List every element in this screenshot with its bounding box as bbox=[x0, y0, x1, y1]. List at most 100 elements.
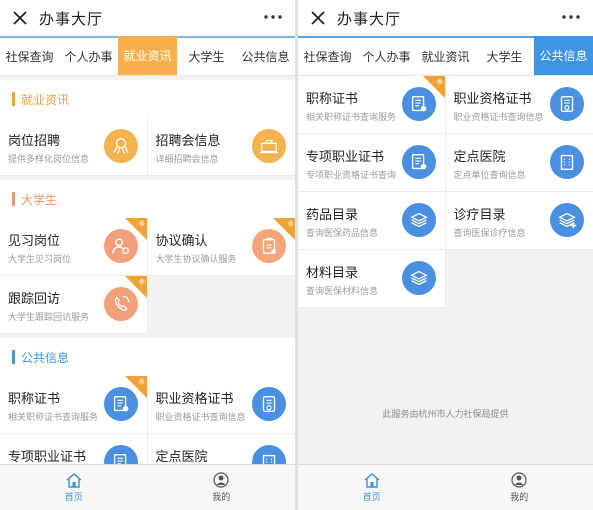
left-content: 就业资讯 岗位招聘 提供多样化岗位信息 招聘会信息详细招聘会信息大学生 见习岗位 大学生见… bbox=[0, 80, 295, 492]
public-info-grid: 职称证书 相关职称证书查询服务 新职业资格证书 职业资格证书查询信息 专项职业证书 专项职… bbox=[298, 76, 593, 308]
home-icon bbox=[364, 472, 380, 488]
category-tabs: 社保查询 个人办事 就业资讯 大学生 公共信息 bbox=[0, 36, 295, 76]
new-badge-text: 新 bbox=[137, 377, 147, 387]
service-item-name: 专项职业证书 bbox=[306, 150, 385, 165]
service-item-name: 职称证书 bbox=[306, 92, 359, 107]
service-item[interactable]: 药品目录查询医保药品信息 bbox=[298, 192, 446, 250]
tabbar-home-label: 首页 bbox=[362, 492, 381, 503]
category-tabs: 社保查询 个人办事 就业资讯 大学生 公共信息 bbox=[298, 36, 593, 76]
close-icon[interactable] bbox=[305, 5, 331, 31]
new-badge-text: 新 bbox=[137, 277, 147, 287]
service-item[interactable]: 见习岗位 大学生见习岗位 新 bbox=[0, 218, 148, 276]
section-header: 就业资讯 bbox=[0, 80, 295, 118]
service-item[interactable]: 专项职业证书专项职业资格证书查询 bbox=[298, 134, 446, 192]
tab-personal-affairs[interactable]: 个人办事 bbox=[59, 38, 118, 75]
service-item[interactable]: 招聘会信息详细招聘会信息 bbox=[147, 118, 295, 176]
tab-university-students[interactable]: 大学生 bbox=[177, 38, 236, 75]
section-grid: 见习岗位 大学生见习岗位新协议确认 大学生协议确认服务新跟踪回访 大学生跟踪回访服务新 bbox=[0, 218, 295, 334]
service-item-name: 职业资格证书 bbox=[453, 92, 532, 107]
service-item-desc: 定点单位查询信息 bbox=[453, 171, 526, 181]
service-item-desc: 职业资格证书查询信息 bbox=[155, 413, 246, 423]
service-item-desc: 相关职称证书查询服务 bbox=[8, 413, 99, 423]
more-options-icon[interactable] bbox=[261, 7, 285, 27]
new-badge-text: 新 bbox=[285, 219, 295, 229]
service-item-desc: 相关职称证书查询服务 bbox=[306, 113, 397, 123]
section-accent-bar bbox=[12, 350, 15, 364]
service-item-desc: 职业资格证书查询信息 bbox=[453, 113, 544, 123]
service-item[interactable]: 职业资格证书职业资格证书查询信息 bbox=[147, 376, 295, 434]
empty-cell bbox=[147, 276, 295, 334]
service-item[interactable]: 诊疗目录 查询医保诊疗信息 bbox=[445, 192, 593, 250]
new-badge-text: 新 bbox=[137, 219, 147, 229]
stack-icon bbox=[401, 261, 436, 295]
new-badge: 新 bbox=[124, 276, 147, 298]
service-item-name: 诊疗目录 bbox=[453, 208, 506, 223]
service-item-name: 职称证书 bbox=[8, 392, 61, 407]
more-options-icon[interactable] bbox=[559, 7, 583, 27]
tab-social-security[interactable]: 社保查询 bbox=[298, 38, 357, 75]
briefcase-desk-icon bbox=[252, 129, 286, 163]
tab-university-students[interactable]: 大学生 bbox=[475, 38, 534, 75]
section-header: 大学生 bbox=[0, 180, 295, 218]
tab-public-info[interactable]: 公共信息 bbox=[236, 38, 295, 75]
service-item-name: 材料目录 bbox=[306, 266, 359, 281]
tab-public-info[interactable]: 公共信息 bbox=[534, 36, 593, 75]
id-card-icon bbox=[252, 387, 286, 421]
tabbar-home-label: 首页 bbox=[64, 492, 83, 503]
tabbar-mine-label: 我的 bbox=[212, 493, 231, 503]
title-bar: 办事大厅 bbox=[298, 0, 593, 36]
certificate-icon bbox=[401, 145, 436, 179]
section-grid: 岗位招聘 提供多样化岗位信息 招聘会信息详细招聘会信息 bbox=[0, 118, 295, 176]
service-item[interactable]: 定点医院 定点单位查询信息 bbox=[445, 134, 593, 192]
page-title: 办事大厅 bbox=[337, 9, 402, 28]
service-item[interactable]: 职业资格证书职业资格证书查询信息 bbox=[445, 76, 593, 134]
new-badge-text: 新 bbox=[435, 77, 445, 87]
user-icon bbox=[213, 472, 229, 488]
service-item-name: 协议确认 bbox=[155, 234, 208, 249]
stack-icon bbox=[401, 203, 436, 237]
service-item[interactable]: 职称证书相关职称证书查询服务 新 bbox=[0, 376, 148, 434]
service-item[interactable]: 材料目录查询医保材料信息 bbox=[298, 250, 446, 308]
service-item[interactable]: 跟踪回访 大学生跟踪回访服务 新 bbox=[0, 276, 148, 334]
new-badge: 新 bbox=[124, 218, 147, 240]
bottom-tab-bar: 首页 我的 bbox=[0, 464, 295, 510]
section-title: 公共信息 bbox=[21, 350, 70, 365]
service-provider-note: 此服务由杭州市人力社保局提供 bbox=[382, 410, 509, 420]
right-screen: 办事大厅 社保查询 个人办事 就业资讯 大学生 公共信息 职称证书相关职称证书查… bbox=[298, 0, 593, 510]
tab-personal-affairs[interactable]: 个人办事 bbox=[357, 38, 416, 75]
service-item-desc: 查询医保药品信息 bbox=[306, 229, 379, 239]
service-item-desc: 查询医保材料信息 bbox=[306, 287, 379, 297]
service-item[interactable]: 协议确认大学生协议确认服务 新 bbox=[147, 218, 295, 276]
tabbar-home[interactable]: 首页 bbox=[298, 465, 446, 510]
tabbar-home[interactable]: 首页 bbox=[0, 465, 148, 510]
stack-plus-icon bbox=[550, 203, 584, 237]
service-item[interactable]: 岗位招聘 提供多样化岗位信息 bbox=[0, 118, 148, 176]
service-item-name: 职业资格证书 bbox=[155, 392, 234, 407]
hospital-icon bbox=[550, 145, 584, 179]
section-accent-bar bbox=[12, 92, 15, 106]
section-accent-bar bbox=[12, 192, 15, 206]
service-item-desc: 详细招聘会信息 bbox=[155, 155, 219, 165]
service-item-name: 跟踪回访 bbox=[8, 292, 61, 307]
page-title: 办事大厅 bbox=[39, 9, 104, 28]
tabbar-mine[interactable]: 我的 bbox=[148, 465, 296, 510]
service-item[interactable]: 职称证书相关职称证书查询服务 新 bbox=[298, 76, 446, 134]
user-icon bbox=[511, 472, 527, 488]
service-item-name: 药品目录 bbox=[306, 208, 359, 223]
service-item-desc: 大学生协议确认服务 bbox=[155, 255, 237, 265]
tab-employment-news[interactable]: 就业资讯 bbox=[118, 36, 177, 75]
tab-social-security[interactable]: 社保查询 bbox=[0, 38, 59, 75]
service-item-name: 专项职业证书 bbox=[8, 450, 87, 465]
service-item-name: 定点医院 bbox=[155, 450, 208, 465]
close-icon[interactable] bbox=[7, 5, 33, 31]
new-badge: 新 bbox=[422, 76, 445, 98]
tabbar-mine-label: 我的 bbox=[510, 493, 529, 503]
new-badge: 新 bbox=[273, 218, 295, 240]
tab-employment-news[interactable]: 就业资讯 bbox=[416, 38, 475, 75]
empty-cell bbox=[445, 250, 593, 308]
service-item-desc: 提供多样化岗位信息 bbox=[8, 155, 90, 165]
service-item-desc: 专项职业资格证书查询 bbox=[306, 171, 397, 181]
service-item-name: 招聘会信息 bbox=[155, 134, 221, 149]
tabbar-mine[interactable]: 我的 bbox=[446, 465, 593, 510]
new-badge: 新 bbox=[124, 376, 147, 398]
